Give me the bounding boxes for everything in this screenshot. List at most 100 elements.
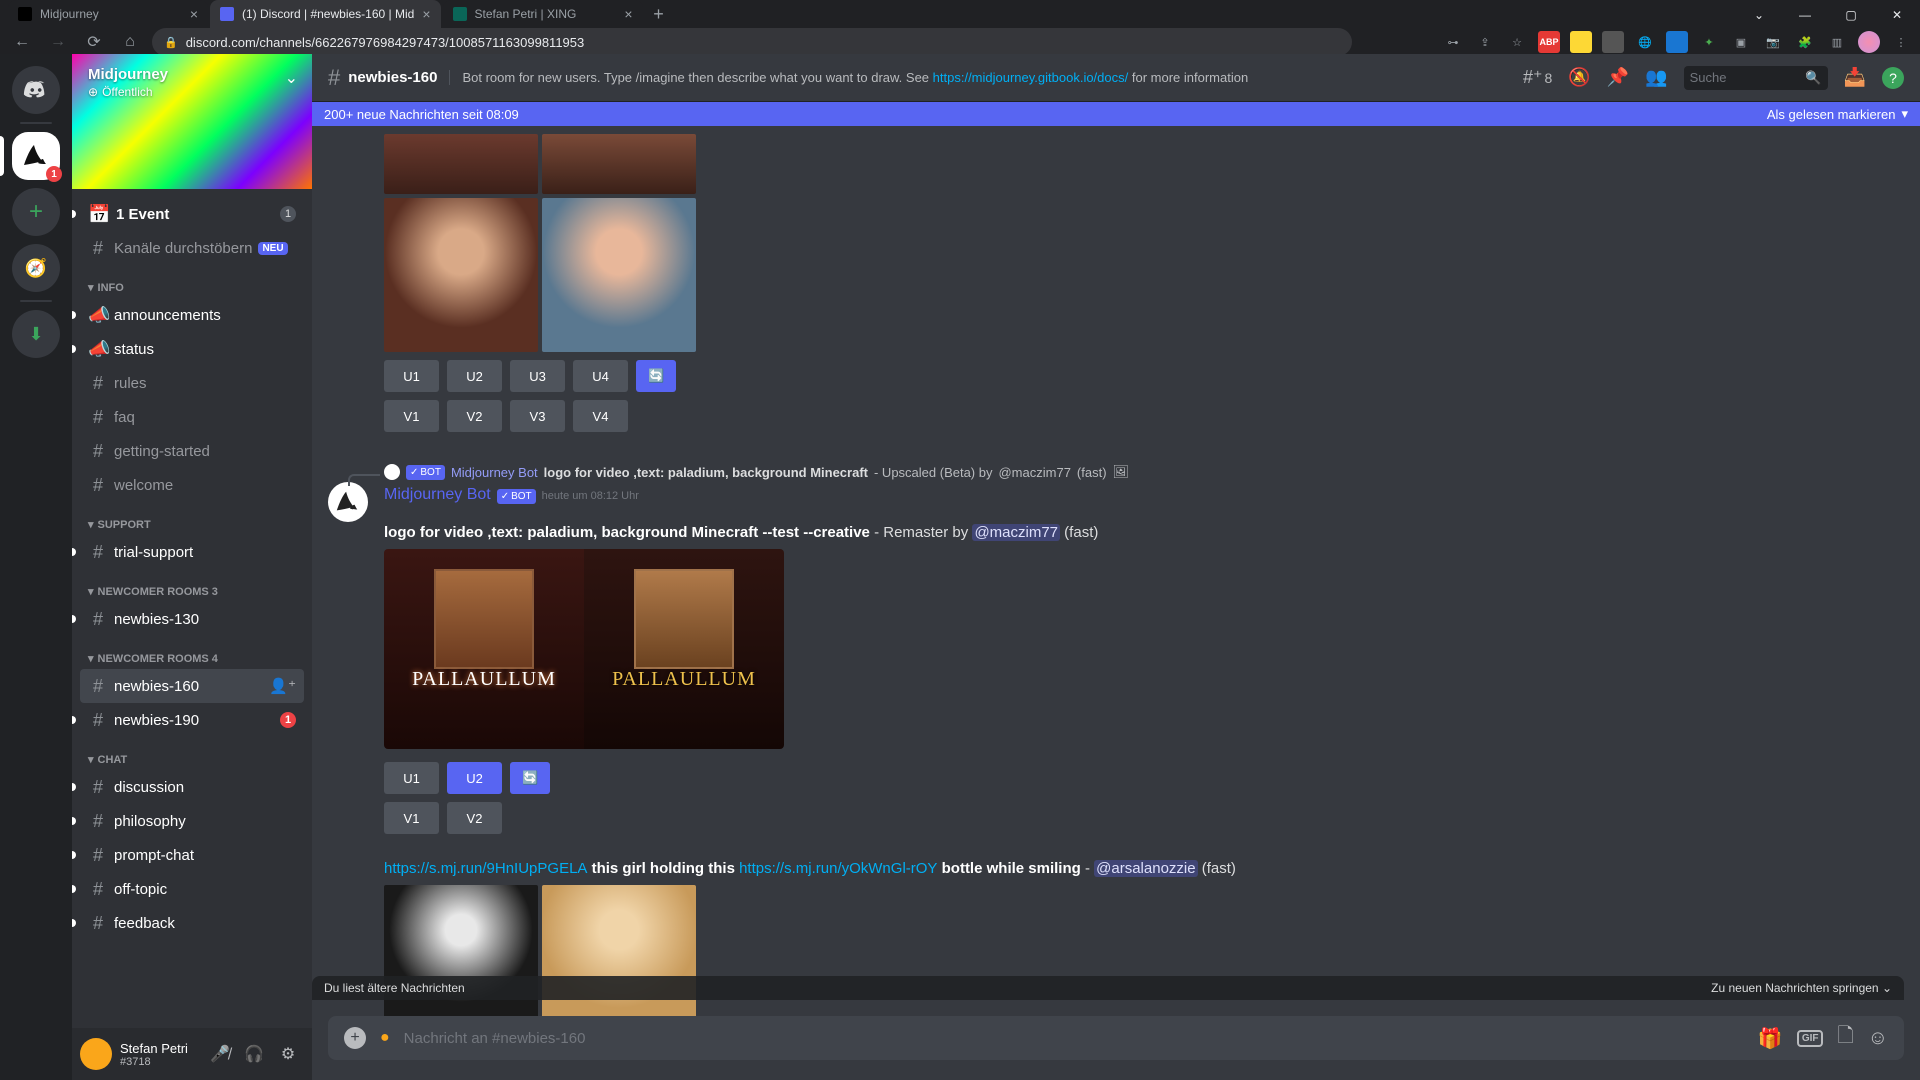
server-header[interactable]: Midjourney ⊕Öffentlich ⌄ [72, 54, 312, 111]
member-list-button[interactable]: 👥 [1645, 67, 1667, 88]
gift-button[interactable]: 🎁 [1758, 1026, 1783, 1051]
channel-trial-support[interactable]: #trial-support [80, 535, 304, 569]
sidepanel-icon[interactable]: ▥ [1826, 31, 1848, 53]
tab-midjourney[interactable]: Midjourney × [8, 0, 208, 28]
chrome-menu-icon[interactable]: ⋮ [1890, 31, 1912, 53]
u4-button[interactable]: U4 [573, 360, 628, 392]
link[interactable]: https://s.mj.run/9HnIUpPGELA [384, 860, 587, 877]
u1-button[interactable]: U1 [384, 360, 439, 392]
home-button[interactable] [12, 66, 60, 114]
profile-avatar-icon[interactable] [1858, 31, 1880, 53]
u2-button[interactable]: U2 [447, 360, 502, 392]
tab-discord[interactable]: (1) Discord | #newbies-160 | Mid × [210, 0, 441, 28]
gif-button[interactable]: GIF [1797, 1030, 1824, 1047]
author-name[interactable]: Midjourney Bot [384, 486, 491, 504]
jump-button[interactable]: Zu neuen Nachrichten springen ⌄ [1711, 981, 1892, 995]
channel-off-topic[interactable]: #off-topic [80, 872, 304, 906]
close-icon[interactable]: × [422, 6, 430, 22]
window-minimize[interactable]: — [1782, 0, 1828, 30]
link[interactable]: https://s.mj.run/yOkWnGl-rOY [739, 860, 937, 877]
emoji-button[interactable]: ☺ [1868, 1027, 1888, 1050]
generated-image[interactable] [542, 198, 696, 352]
sticker-button[interactable]: 🗋 [1837, 1021, 1853, 1055]
discover-button[interactable]: 🧭 [12, 244, 60, 292]
browse-channels-row[interactable]: # Kanäle durchstöbern NEU [80, 231, 304, 265]
mark-read-button[interactable]: Als gelesen markieren ▾ [1767, 106, 1908, 122]
window-maximize[interactable]: ▢ [1828, 0, 1874, 30]
back-button[interactable]: ← [8, 28, 36, 56]
settings-button[interactable]: ⚙ [272, 1038, 304, 1070]
author-avatar[interactable] [328, 482, 368, 522]
bookmark-icon[interactable]: ☆ [1506, 31, 1528, 53]
events-row[interactable]: 📅1 Event 1 [80, 197, 304, 231]
mention[interactable]: @maczim77 [998, 465, 1070, 480]
close-icon[interactable]: × [624, 6, 632, 22]
channel-feedback[interactable]: #feedback [80, 906, 304, 940]
channel-newbies-130[interactable]: #newbies-130 [80, 602, 304, 636]
channel-newbies-160[interactable]: #newbies-160👤⁺ [80, 669, 304, 703]
generated-image[interactable] [384, 134, 538, 194]
inbox-button[interactable]: 📥 [1844, 67, 1866, 88]
home-button[interactable]: ⌂ [116, 28, 144, 56]
ext-abp-icon[interactable]: ABP [1538, 31, 1560, 53]
jump-to-present-bar[interactable]: Du liest ältere Nachrichten Zu neuen Nac… [312, 976, 1904, 1000]
channel-announcements[interactable]: 📣announcements [80, 298, 304, 332]
channel-prompt-chat[interactable]: #prompt-chat [80, 838, 304, 872]
channel-philosophy[interactable]: #philosophy [80, 804, 304, 838]
close-icon[interactable]: × [190, 6, 198, 22]
new-messages-bar[interactable]: 200+ neue Nachrichten seit 08:09 Als gel… [312, 102, 1920, 126]
ext-square-icon[interactable] [1602, 31, 1624, 53]
window-close[interactable]: ✕ [1874, 0, 1920, 30]
extensions-icon[interactable]: 🧩 [1794, 31, 1816, 53]
address-bar[interactable]: 🔒 discord.com/channels/66226797698429747… [152, 28, 1352, 56]
channel-rules[interactable]: #rules [80, 366, 304, 400]
guild-midjourney[interactable]: 1 [12, 132, 60, 180]
topic-link[interactable]: https://midjourney.gitbook.io/docs/ [933, 70, 1129, 85]
v2-button[interactable]: V2 [447, 400, 502, 432]
channel-getting-started[interactable]: #getting-started [80, 434, 304, 468]
new-tab-button[interactable]: + [645, 0, 673, 28]
channel-welcome[interactable]: #welcome [80, 468, 304, 502]
message-input[interactable]: + ● Nachricht an #newbies-160 🎁 GIF 🗋 ☺ [328, 1016, 1904, 1060]
mention[interactable]: @arsalanozzie [1094, 860, 1197, 877]
reload-button[interactable]: ⟳ [80, 28, 108, 56]
password-icon[interactable]: ⊶ [1442, 31, 1464, 53]
forward-button[interactable]: → [44, 28, 72, 56]
user-info[interactable]: Stefan Petri #3718 [120, 1041, 196, 1068]
channel-faq[interactable]: #faq [80, 400, 304, 434]
ext-note-icon[interactable] [1570, 31, 1592, 53]
category-support[interactable]: ▾ SUPPORT [80, 502, 304, 535]
threads-button[interactable]: #⁺8 [1523, 67, 1552, 88]
v1-button[interactable]: V1 [384, 400, 439, 432]
ext-blue-icon[interactable] [1666, 31, 1688, 53]
u2-button[interactable]: U2 [447, 762, 502, 794]
download-button[interactable]: ⬇ [12, 310, 60, 358]
search-input[interactable]: Suche 🔍 [1684, 66, 1828, 90]
mute-mic-button[interactable]: 🎤̸ [204, 1038, 236, 1070]
u1-button[interactable]: U1 [384, 762, 439, 794]
v1-button[interactable]: V1 [384, 802, 439, 834]
add-server-button[interactable]: + [12, 188, 60, 236]
category-newcomer-3[interactable]: ▾ NEWCOMER ROOMS 3 [80, 569, 304, 602]
user-avatar[interactable] [80, 1038, 112, 1070]
category-newcomer-4[interactable]: ▾ NEWCOMER ROOMS 4 [80, 636, 304, 669]
category-info[interactable]: ▾ INFO [80, 265, 304, 298]
ext-globe-icon[interactable]: 🌐 [1634, 31, 1656, 53]
deafen-button[interactable]: 🎧 [238, 1038, 270, 1070]
reply-reference[interactable]: ✓ BOT Midjourney Bot logo for video ,tex… [384, 464, 1904, 480]
reroll-button[interactable]: 🔄 [510, 762, 550, 794]
v4-button[interactable]: V4 [573, 400, 628, 432]
v3-button[interactable]: V3 [510, 400, 565, 432]
reroll-button[interactable]: 🔄 [636, 360, 676, 392]
u3-button[interactable]: U3 [510, 360, 565, 392]
generated-image[interactable] [542, 134, 696, 194]
v2-button[interactable]: V2 [447, 802, 502, 834]
help-button[interactable]: ? [1882, 67, 1904, 89]
chevron-down-icon[interactable]: ⌄ [285, 68, 298, 88]
mention[interactable]: @maczim77 [972, 524, 1060, 541]
category-chat[interactable]: ▾ CHAT [80, 737, 304, 770]
ext-4-icon[interactable]: ▣ [1730, 31, 1752, 53]
ext-camera-icon[interactable]: 📷 [1762, 31, 1784, 53]
notification-button[interactable]: 🔕 [1568, 67, 1590, 88]
add-person-icon[interactable]: 👤⁺ [269, 677, 296, 695]
